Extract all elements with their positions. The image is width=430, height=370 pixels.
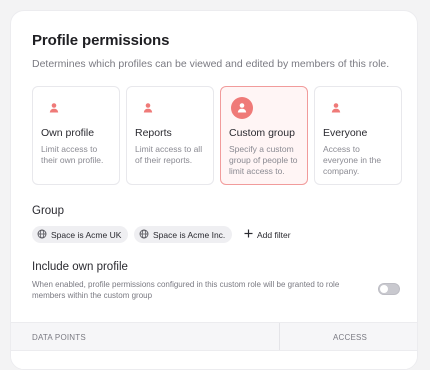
table-row bbox=[11, 350, 417, 369]
add-filter-label: Add filter bbox=[257, 229, 291, 240]
card-reports[interactable]: Reports Limit access to all of their rep… bbox=[126, 86, 214, 185]
card-everyone[interactable]: Everyone Access to everyone in the compa… bbox=[314, 86, 402, 185]
permissions-table-header: DATA POINTS ACCESS bbox=[11, 322, 417, 369]
card-label: Own profile bbox=[41, 127, 95, 139]
card-description: Specify a custom group of people to limi… bbox=[229, 144, 298, 176]
plus-icon bbox=[244, 229, 253, 240]
filter-chip-acme-inc[interactable]: Space is Acme Inc. bbox=[134, 226, 233, 243]
column-header-data-points: DATA POINTS bbox=[32, 333, 86, 342]
group-heading: Group bbox=[32, 205, 64, 217]
add-filter-button[interactable]: Add filter bbox=[240, 226, 295, 243]
card-label: Custom group bbox=[229, 127, 295, 139]
card-label: Everyone bbox=[323, 127, 368, 139]
column-header-access: ACCESS bbox=[333, 333, 368, 342]
include-own-profile-heading: Include own profile bbox=[32, 261, 128, 273]
card-description: Limit access to all of their reports. bbox=[135, 144, 203, 165]
page-subtitle: Determines which profiles can be viewed … bbox=[32, 58, 390, 70]
include-own-profile-toggle[interactable] bbox=[378, 283, 400, 295]
card-label: Reports bbox=[135, 127, 172, 139]
card-description: Limit access to their own profile. bbox=[41, 144, 104, 165]
person-icon bbox=[43, 97, 65, 119]
card-custom-group[interactable]: Custom group Specify a custom group of p… bbox=[220, 86, 308, 185]
globe-icon bbox=[37, 229, 47, 241]
toggle-knob bbox=[380, 285, 388, 293]
person-icon bbox=[231, 97, 253, 119]
include-own-profile-help: When enabled, profile permissions config… bbox=[32, 280, 340, 300]
person-icon bbox=[137, 97, 159, 119]
chip-label: Space is Acme UK bbox=[51, 229, 122, 240]
chip-label: Space is Acme Inc. bbox=[153, 229, 226, 240]
profile-permissions-panel: Profile permissions Determines which pro… bbox=[10, 10, 418, 370]
card-description: Access to everyone in the company. bbox=[323, 144, 382, 176]
globe-icon bbox=[139, 229, 149, 241]
card-own-profile[interactable]: Own profile Limit access to their own pr… bbox=[32, 86, 120, 185]
page-title: Profile permissions bbox=[32, 32, 170, 49]
person-icon bbox=[325, 97, 347, 119]
filter-chip-acme-uk[interactable]: Space is Acme UK bbox=[32, 226, 129, 243]
